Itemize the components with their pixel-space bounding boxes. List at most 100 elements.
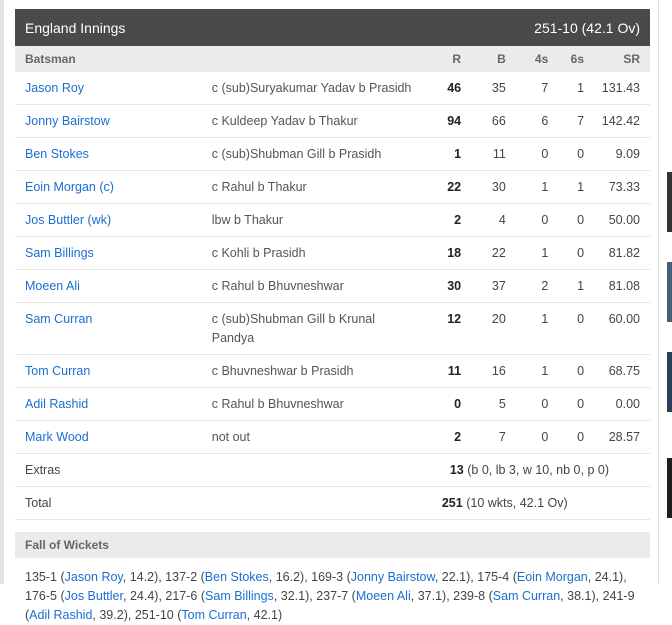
fow-score: 176-5 — [25, 589, 57, 603]
fow-player-link[interactable]: Tom Curran — [181, 608, 246, 622]
balls-value-cell: 16 — [471, 354, 516, 388]
strike-rate-value-cell: 81.08 — [594, 269, 650, 303]
extras-label: Extras — [15, 453, 431, 487]
dismissal-text-cell: c Bhuvneshwar b Prasidh — [211, 354, 431, 388]
balls-value-cell: 37 — [471, 269, 516, 303]
fow-over: 24.4 — [129, 589, 155, 603]
sidebar-thumbnail[interactable] — [667, 172, 672, 232]
runs-value-cell: 18 — [430, 236, 472, 270]
strike-rate-value-cell: 50.00 — [594, 203, 650, 237]
sixes-value-cell: 0 — [558, 137, 595, 171]
player-link[interactable]: Jonny Bairstow — [25, 114, 110, 128]
fow-score: 241-9 — [602, 589, 635, 603]
runs-value-cell: 46 — [430, 72, 472, 105]
balls-value-cell: 66 — [471, 104, 516, 138]
total-runs: 251 — [441, 496, 463, 510]
table-header-row: Batsman R B 4s 6s SR — [15, 46, 650, 72]
scorecard-panel: England Innings 251-10 (42.1 Ov) Batsman… — [15, 9, 650, 625]
extras-detail: (b 0, lb 3, w 10, nb 0, p 0) — [467, 463, 609, 477]
runs-value-cell: 30 — [430, 269, 472, 303]
extras-row: Extras 13 (b 0, lb 3, w 10, nb 0, p 0) — [15, 453, 650, 487]
dismissal-text-cell: c Rahul b Bhuvneshwar — [211, 269, 431, 303]
fow-player-link[interactable]: Jos Buttler — [65, 589, 123, 603]
dismissal-text-cell: c (sub)Shubman Gill b Prasidh — [211, 137, 431, 171]
fow-score: 239-8 — [453, 589, 486, 603]
total-value: 251 (10 wkts, 42.1 Ov) — [430, 486, 650, 520]
runs-value-cell: 22 — [430, 170, 472, 204]
dismissal-text-cell: c (sub)Shubman Gill b Krunal Pandya — [211, 302, 431, 355]
sidebar-thumbnail[interactable] — [667, 352, 672, 412]
fow-over: 38.1 — [567, 589, 592, 603]
sixes-value-cell: 0 — [558, 354, 595, 388]
player-link[interactable]: Tom Curran — [25, 364, 90, 378]
player-link[interactable]: Sam Billings — [25, 246, 94, 260]
sidebar-thumbnail[interactable] — [667, 262, 672, 322]
fow-score: 251-10 — [134, 608, 174, 622]
innings-score: 251-10 (42.1 Ov) — [534, 19, 640, 36]
fours-value-cell: 0 — [515, 420, 559, 454]
dismissal-text-cell: c Rahul b Thakur — [211, 170, 431, 204]
batting-table: Batsman R B 4s 6s SR Jason Roy c (sub)Sur… — [15, 46, 650, 520]
player-link[interactable]: Jason Roy — [25, 81, 84, 95]
strike-rate-value-cell: 131.43 — [594, 72, 650, 105]
batting-body: Jason Roy c (sub)Suryakumar Yadav b Prasi… — [15, 72, 650, 454]
fow-score: 175-4 — [477, 570, 510, 584]
fall-of-wickets-header: Fall of Wickets — [15, 532, 650, 558]
fow-player-link[interactable]: Eoin Morgan — [517, 570, 588, 584]
col-strike-rate: SR — [594, 46, 650, 72]
fours-value-cell: 1 — [515, 354, 559, 388]
batsman-name-cell: Mark Wood — [15, 420, 212, 454]
col-balls: B — [471, 46, 516, 72]
batsman-row: Jason Roy c (sub)Suryakumar Yadav b Prasi… — [15, 72, 650, 105]
fow-player-link[interactable]: Sam Curran — [493, 589, 560, 603]
balls-value-cell: 35 — [471, 72, 516, 105]
batsman-name-cell: Tom Curran — [15, 354, 212, 388]
batsman-row: Mark Wood not out 2 7 0 0 28.57 — [15, 420, 650, 454]
batsman-row: Sam Curran c (sub)Shubman Gill b Krunal P… — [15, 302, 650, 355]
batsman-row: Adil Rashid c Rahul b Bhuvneshwar 0 5 0 0 0.00 — [15, 387, 650, 421]
player-link[interactable]: Sam Curran — [25, 312, 92, 326]
fow-score: 135-1 — [25, 570, 57, 584]
extras-value: 13 (b 0, lb 3, w 10, nb 0, p 0) — [430, 453, 650, 487]
innings-header: England Innings 251-10 (42.1 Ov) — [15, 9, 650, 46]
fow-player-link[interactable]: Jason Roy — [65, 570, 123, 584]
player-link[interactable]: Ben Stokes — [25, 147, 89, 161]
fow-score: 217-6 — [165, 589, 198, 603]
batsman-name-cell: Jason Roy — [15, 72, 212, 105]
fours-value-cell: 0 — [515, 137, 559, 171]
runs-value-cell: 2 — [430, 420, 472, 454]
balls-value-cell: 20 — [471, 302, 516, 355]
player-link[interactable]: Adil Rashid — [25, 397, 88, 411]
player-link[interactable]: Eoin Morgan (c) — [25, 180, 114, 194]
fow-player-link[interactable]: Ben Stokes — [205, 570, 269, 584]
fow-over: 16.2 — [275, 570, 301, 584]
strike-rate-value-cell: 68.75 — [594, 354, 650, 388]
balls-value-cell: 5 — [471, 387, 516, 421]
fow-player-link[interactable]: Jonny Bairstow — [351, 570, 435, 584]
balls-value-cell: 7 — [471, 420, 516, 454]
player-link[interactable]: Jos Buttler (wk) — [25, 213, 111, 227]
batsman-row: Eoin Morgan (c) c Rahul b Thakur 22 30 1 1 73.… — [15, 170, 650, 204]
fours-value-cell: 1 — [515, 170, 559, 204]
dismissal-text-cell: c Kuldeep Yadav b Thakur — [211, 104, 431, 138]
batsman-name-cell: Eoin Morgan (c) — [15, 170, 212, 204]
fow-player-link[interactable]: Sam Billings — [205, 589, 274, 603]
sixes-value-cell: 1 — [558, 269, 595, 303]
sidebar-strip — [658, 0, 672, 584]
fall-of-wickets-list: 135-1 (Jason Roy, 14.2), 137-2 (Ben Stok… — [25, 570, 635, 622]
runs-value-cell: 0 — [430, 387, 472, 421]
player-link[interactable]: Mark Wood — [25, 430, 89, 444]
batsman-name-cell: Ben Stokes — [15, 137, 212, 171]
batsman-name-cell: Jonny Bairstow — [15, 104, 212, 138]
player-link[interactable]: Moeen Ali — [25, 279, 80, 293]
sidebar-thumbnail[interactable] — [667, 458, 672, 518]
fours-value-cell: 0 — [515, 387, 559, 421]
fow-player-link[interactable]: Moeen Ali — [356, 589, 411, 603]
sixes-value-cell: 1 — [558, 72, 595, 105]
page-gutter — [0, 0, 4, 584]
fow-player-link[interactable]: Adil Rashid — [29, 608, 92, 622]
extras-total: 13 — [449, 463, 464, 477]
sixes-value-cell: 0 — [558, 387, 595, 421]
balls-value-cell: 22 — [471, 236, 516, 270]
batsman-name-cell: Sam Billings — [15, 236, 212, 270]
